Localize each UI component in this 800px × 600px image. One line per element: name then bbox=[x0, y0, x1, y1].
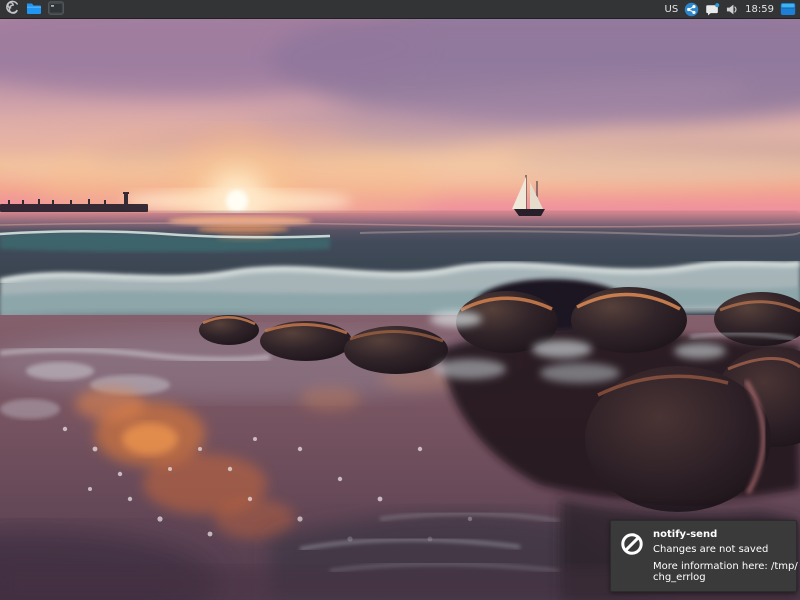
desktop-screen: US bbox=[0, 0, 800, 600]
notification-title: notify-send bbox=[653, 529, 798, 541]
file-manager-button[interactable] bbox=[25, 1, 43, 18]
notification-summary: Changes are not saved bbox=[653, 544, 798, 556]
top-panel: US bbox=[0, 0, 800, 19]
volume-icon[interactable] bbox=[726, 1, 739, 18]
terminal-button[interactable] bbox=[47, 1, 65, 18]
notification-body-line: chg_errlog bbox=[653, 572, 798, 583]
wallpaper-image bbox=[0, 19, 800, 600]
folder-icon bbox=[26, 0, 42, 19]
spiral-icon bbox=[5, 0, 20, 19]
system-tray: US bbox=[665, 0, 798, 19]
chat-bubble-icon[interactable] bbox=[705, 1, 720, 18]
terminal-icon bbox=[48, 0, 64, 19]
clock[interactable]: 18:59 bbox=[745, 0, 774, 19]
desktop-wallpaper[interactable] bbox=[0, 19, 800, 600]
app-menu-button[interactable] bbox=[3, 1, 21, 18]
blue-folder-window-icon[interactable] bbox=[780, 1, 796, 18]
keyboard-layout-indicator[interactable]: US bbox=[665, 0, 679, 19]
notification-popup[interactable]: notify-send Changes are not saved More i… bbox=[610, 520, 797, 592]
notification-body: More information here: /tmp/ chg_errlog bbox=[653, 561, 798, 583]
notification-body-line: More information here: /tmp/ bbox=[653, 561, 798, 572]
notification-content: notify-send Changes are not saved More i… bbox=[653, 529, 798, 583]
network-share-icon[interactable] bbox=[684, 1, 699, 18]
prohibition-icon bbox=[620, 532, 644, 560]
panel-launchers bbox=[3, 1, 65, 18]
